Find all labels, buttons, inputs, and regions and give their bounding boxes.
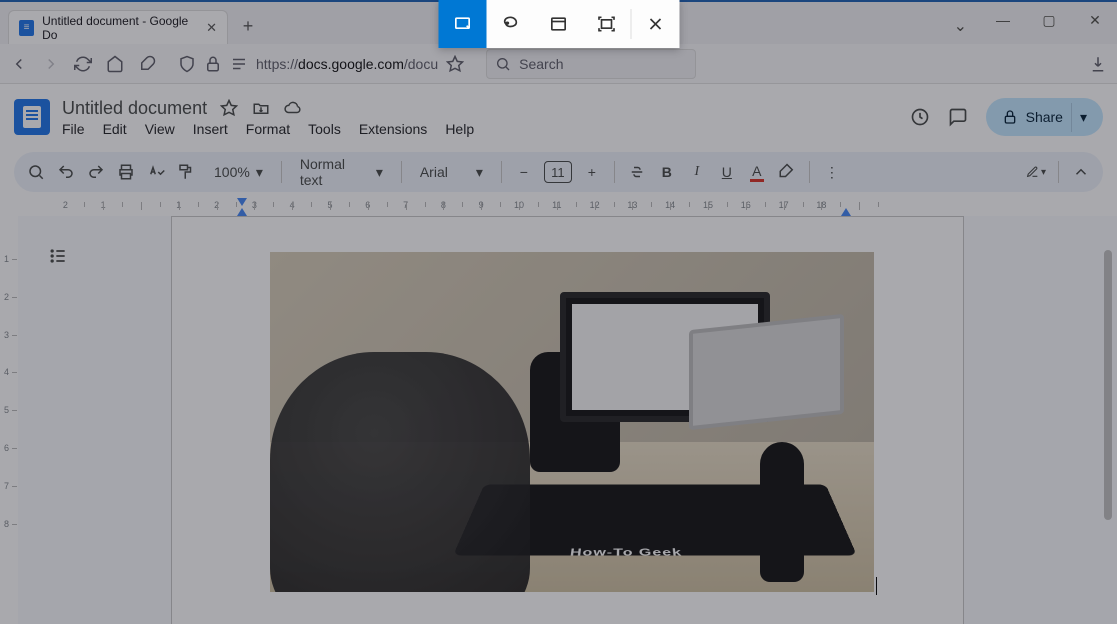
highlight-color-button[interactable] [777,162,797,182]
extensions-button[interactable] [138,55,156,73]
tab-close-icon[interactable]: ✕ [206,20,217,36]
star-icon[interactable] [219,98,239,118]
history-icon[interactable] [910,107,930,127]
italic-button[interactable]: I [687,162,707,182]
shield-icon[interactable] [178,55,196,73]
snip-fullscreen-button[interactable] [582,0,630,48]
comments-icon[interactable] [948,107,968,127]
docs-toolbar: 100% ▾ Normal text ▾ Arial ▾ − 11 + B I … [14,152,1103,192]
paint-format-icon[interactable] [176,162,196,182]
undo-icon[interactable] [56,162,76,182]
increase-font-size-button[interactable]: + [582,162,602,182]
caret-down-icon: ▾ [376,164,383,181]
document-page[interactable]: How-To Geek [171,216,964,624]
tab-title: Untitled document - Google Do [42,14,198,42]
snip-freeform-button[interactable] [486,0,534,48]
url-text: https://docs.google.com/docu [256,56,438,72]
back-button[interactable] [10,55,28,73]
strikethrough-icon[interactable] [627,162,647,182]
vertical-ruler[interactable]: 12345678 [0,216,18,624]
move-icon[interactable] [251,98,271,118]
tabs-overflow-button[interactable]: ⌄ [954,16,967,36]
menu-view[interactable]: View [145,121,175,137]
menu-extensions[interactable]: Extensions [359,121,427,137]
url-bar[interactable]: https://docs.google.com/docu [170,49,472,79]
downloads-button[interactable] [1089,55,1107,73]
search-placeholder: Search [519,56,563,72]
share-label: Share [1026,109,1063,125]
menu-insert[interactable]: Insert [193,121,228,137]
window-controls: — ▢ ✕ [991,12,1107,29]
browser-search-bar[interactable]: Search [486,49,696,79]
snip-rectangular-button[interactable] [438,0,486,48]
lock-icon[interactable] [204,55,222,73]
menu-file[interactable]: File [62,121,85,137]
font-size-input[interactable]: 11 [544,161,572,183]
decrease-font-size-button[interactable]: − [514,162,534,182]
bold-button[interactable]: B [657,162,677,182]
redo-icon[interactable] [86,162,106,182]
snip-close-button[interactable] [631,0,679,48]
editor-area: 12345678 How-To Geek [0,216,1117,624]
window-minimize-button[interactable]: — [991,12,1015,29]
google-docs-app: Untitled document File Edit View Insert … [0,84,1117,624]
docs-favicon: ≡ [19,20,34,36]
search-icon [495,56,511,72]
share-caret-icon[interactable]: ▾ [1071,103,1095,132]
print-icon[interactable] [116,162,136,182]
share-button[interactable]: Share ▾ [986,98,1103,136]
embedded-image[interactable]: How-To Geek [270,252,874,592]
snip-toolbar [438,0,679,48]
vertical-scrollbar[interactable] [1101,210,1115,610]
new-tab-button[interactable]: + [234,12,262,40]
window-maximize-button[interactable]: ▢ [1037,12,1061,29]
search-menus-icon[interactable] [26,162,46,182]
docs-menu-bar: File Edit View Insert Format Tools Exten… [62,121,898,137]
forward-button[interactable] [42,55,60,73]
text-cursor [876,577,877,595]
home-button[interactable] [106,55,124,73]
caret-down-icon: ▾ [256,164,263,181]
zoom-select[interactable]: 100% ▾ [208,164,269,181]
menu-tools[interactable]: Tools [308,121,341,137]
underline-button[interactable]: U [717,162,737,182]
browser-tab[interactable]: ≡ Untitled document - Google Do ✕ [8,10,228,44]
reload-button[interactable] [74,55,92,73]
text-color-button[interactable]: A [747,162,767,182]
bookmark-star-icon[interactable] [446,55,464,73]
document-outline-button[interactable] [44,242,72,270]
browser-navbar: https://docs.google.com/docu Search [0,44,1117,84]
caret-down-icon: ▾ [476,164,483,181]
docs-logo[interactable] [14,99,50,135]
more-toolbar-button[interactable]: ⋮ [822,162,842,182]
menu-help[interactable]: Help [445,121,474,137]
cloud-status-icon[interactable] [283,98,303,118]
editing-mode-button[interactable]: ▾ [1026,162,1046,182]
snip-window-button[interactable] [534,0,582,48]
permissions-icon[interactable] [230,55,248,73]
docs-header: Untitled document File Edit View Insert … [0,84,1117,144]
horizontal-ruler[interactable]: 21123456789101112131415161718 [0,198,1117,216]
document-title[interactable]: Untitled document [62,98,207,119]
menu-edit[interactable]: Edit [103,121,127,137]
menu-format[interactable]: Format [246,121,290,137]
spellcheck-icon[interactable] [146,162,166,182]
scrollbar-thumb[interactable] [1104,250,1112,520]
window-close-button[interactable]: ✕ [1083,12,1107,29]
paragraph-style-select[interactable]: Normal text ▾ [294,156,389,188]
collapse-toolbar-button[interactable] [1071,162,1091,182]
image-mat-text: How-To Geek [569,547,683,559]
font-family-select[interactable]: Arial ▾ [414,164,489,181]
lock-icon [1002,109,1018,125]
